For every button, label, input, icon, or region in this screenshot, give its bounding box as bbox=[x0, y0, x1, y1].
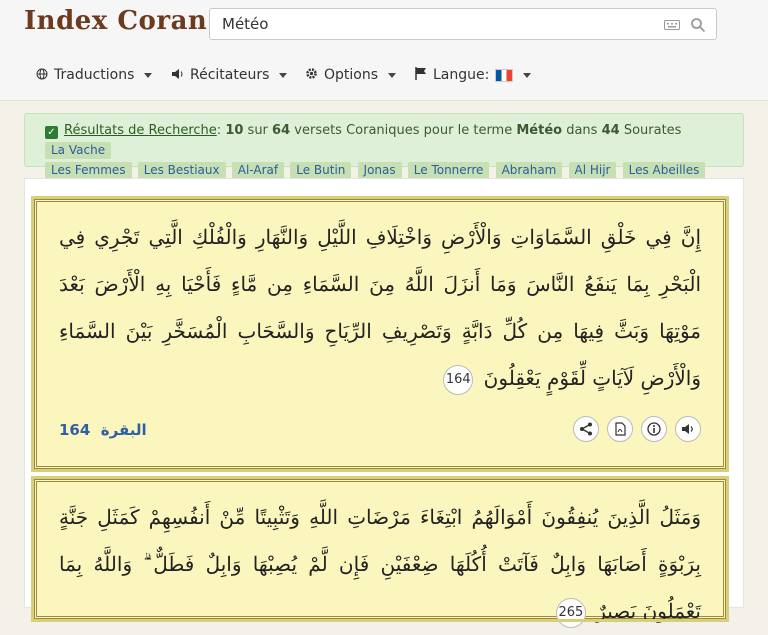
results-total: 64 bbox=[272, 123, 291, 138]
results-term: Météo bbox=[516, 123, 563, 138]
search-input[interactable]: Météo bbox=[209, 8, 717, 40]
info-icon bbox=[647, 422, 661, 436]
verse-arabic: إِنَّ فِي خَلْقِ السَّمَاوَاتِ وَالْأَرْ… bbox=[59, 225, 701, 390]
verse-reference[interactable]: 164 البقرة bbox=[59, 421, 147, 439]
verse-card: وَمَثَلُ الَّذِينَ يُنفِقُونَ أَمْوَالَه… bbox=[31, 476, 729, 628]
main-content: ✓ Résultats de Recherche: 10 sur 64 verse… bbox=[0, 101, 768, 628]
speaker-icon bbox=[171, 68, 184, 83]
top-bar: Index Coran Météo Traductions Récitateur… bbox=[0, 0, 768, 101]
pdf-button[interactable] bbox=[607, 416, 633, 442]
menu-traductions[interactable]: Traductions bbox=[36, 64, 153, 86]
results-count: 10 bbox=[225, 123, 244, 138]
verses-panel: إِنَّ فِي خَلْقِ السَّمَاوَاتِ وَالْأَرْ… bbox=[24, 178, 744, 628]
sourate-tag[interactable]: Le Tonnerre bbox=[407, 162, 490, 179]
results-word-dans: dans bbox=[566, 123, 598, 138]
check-icon: ✓ bbox=[45, 126, 58, 139]
search-icon[interactable] bbox=[690, 17, 706, 33]
sourate-tag[interactable]: Les Abeilles bbox=[622, 162, 706, 179]
chevron-down-icon bbox=[144, 72, 153, 78]
verse-arabic: وَمَثَلُ الَّذِينَ يُنفِقُونَ أَمْوَالَه… bbox=[59, 505, 701, 623]
surah-name: البقرة bbox=[100, 421, 147, 439]
results-word-sourates: Sourates bbox=[623, 123, 682, 138]
results-title-link[interactable]: Résultats de Recherche bbox=[64, 123, 217, 138]
sourate-tag[interactable]: Le Butin bbox=[290, 162, 352, 179]
menu-langue[interactable]: Langue: bbox=[415, 64, 532, 86]
search-results-summary: ✓ Résultats de Recherche: 10 sur 64 verse… bbox=[24, 113, 744, 199]
globe-icon bbox=[36, 68, 48, 83]
gear-icon bbox=[305, 67, 318, 83]
info-button[interactable] bbox=[641, 416, 667, 442]
verse-number: 164 bbox=[443, 364, 474, 395]
menu-label: Options bbox=[324, 67, 379, 83]
audio-icon bbox=[682, 424, 693, 434]
verse-text: إِنَّ فِي خَلْقِ السَّمَاوَاتِ وَالْأَرْ… bbox=[37, 202, 723, 402]
reference-number: 164 bbox=[59, 421, 91, 439]
menu-options[interactable]: Options bbox=[305, 64, 397, 86]
sourate-tag[interactable]: Jonas bbox=[357, 162, 402, 179]
flag-icon bbox=[415, 67, 427, 83]
sourate-tag[interactable]: Al-Araf bbox=[231, 162, 285, 179]
audio-button[interactable] bbox=[675, 416, 701, 442]
menu-label: Traductions bbox=[54, 67, 135, 83]
site-logo[interactable]: Index Coran bbox=[24, 6, 207, 36]
menu-label: Langue: bbox=[433, 67, 490, 83]
keyboard-icon[interactable] bbox=[664, 20, 680, 30]
verse-text: وَمَثَلُ الَّذِينَ يُنفِقُونَ أَمْوَالَه… bbox=[37, 482, 723, 635]
search-value: Météo bbox=[222, 15, 269, 33]
pdf-icon bbox=[615, 422, 626, 436]
sourate-tag[interactable]: Al Hijr bbox=[568, 162, 617, 179]
chevron-down-icon bbox=[279, 72, 288, 78]
sourate-tag[interactable]: Les Bestiaux bbox=[137, 162, 226, 179]
results-text: versets Coraniques pour le terme bbox=[294, 123, 513, 138]
sourate-tag[interactable]: Abraham bbox=[495, 162, 563, 179]
chevron-down-icon bbox=[388, 72, 397, 78]
sourate-tag[interactable]: Les Femmes bbox=[45, 162, 132, 179]
share-button[interactable] bbox=[573, 416, 599, 442]
menu-recitateurs[interactable]: Récitateurs bbox=[171, 64, 288, 86]
verse-actions bbox=[573, 416, 701, 442]
sourate-tag[interactable]: La Vache bbox=[45, 142, 112, 159]
results-word-sur: sur bbox=[247, 123, 268, 138]
verse-number: 265 bbox=[555, 597, 586, 628]
verse-card: إِنَّ فِي خَلْقِ السَّمَاوَاتِ وَالْأَرْ… bbox=[31, 196, 729, 472]
menu-label: Récitateurs bbox=[190, 67, 270, 83]
share-icon bbox=[580, 422, 592, 436]
chevron-down-icon bbox=[523, 72, 532, 78]
results-sourates-count: 44 bbox=[601, 123, 620, 138]
french-flag-icon bbox=[495, 68, 514, 82]
